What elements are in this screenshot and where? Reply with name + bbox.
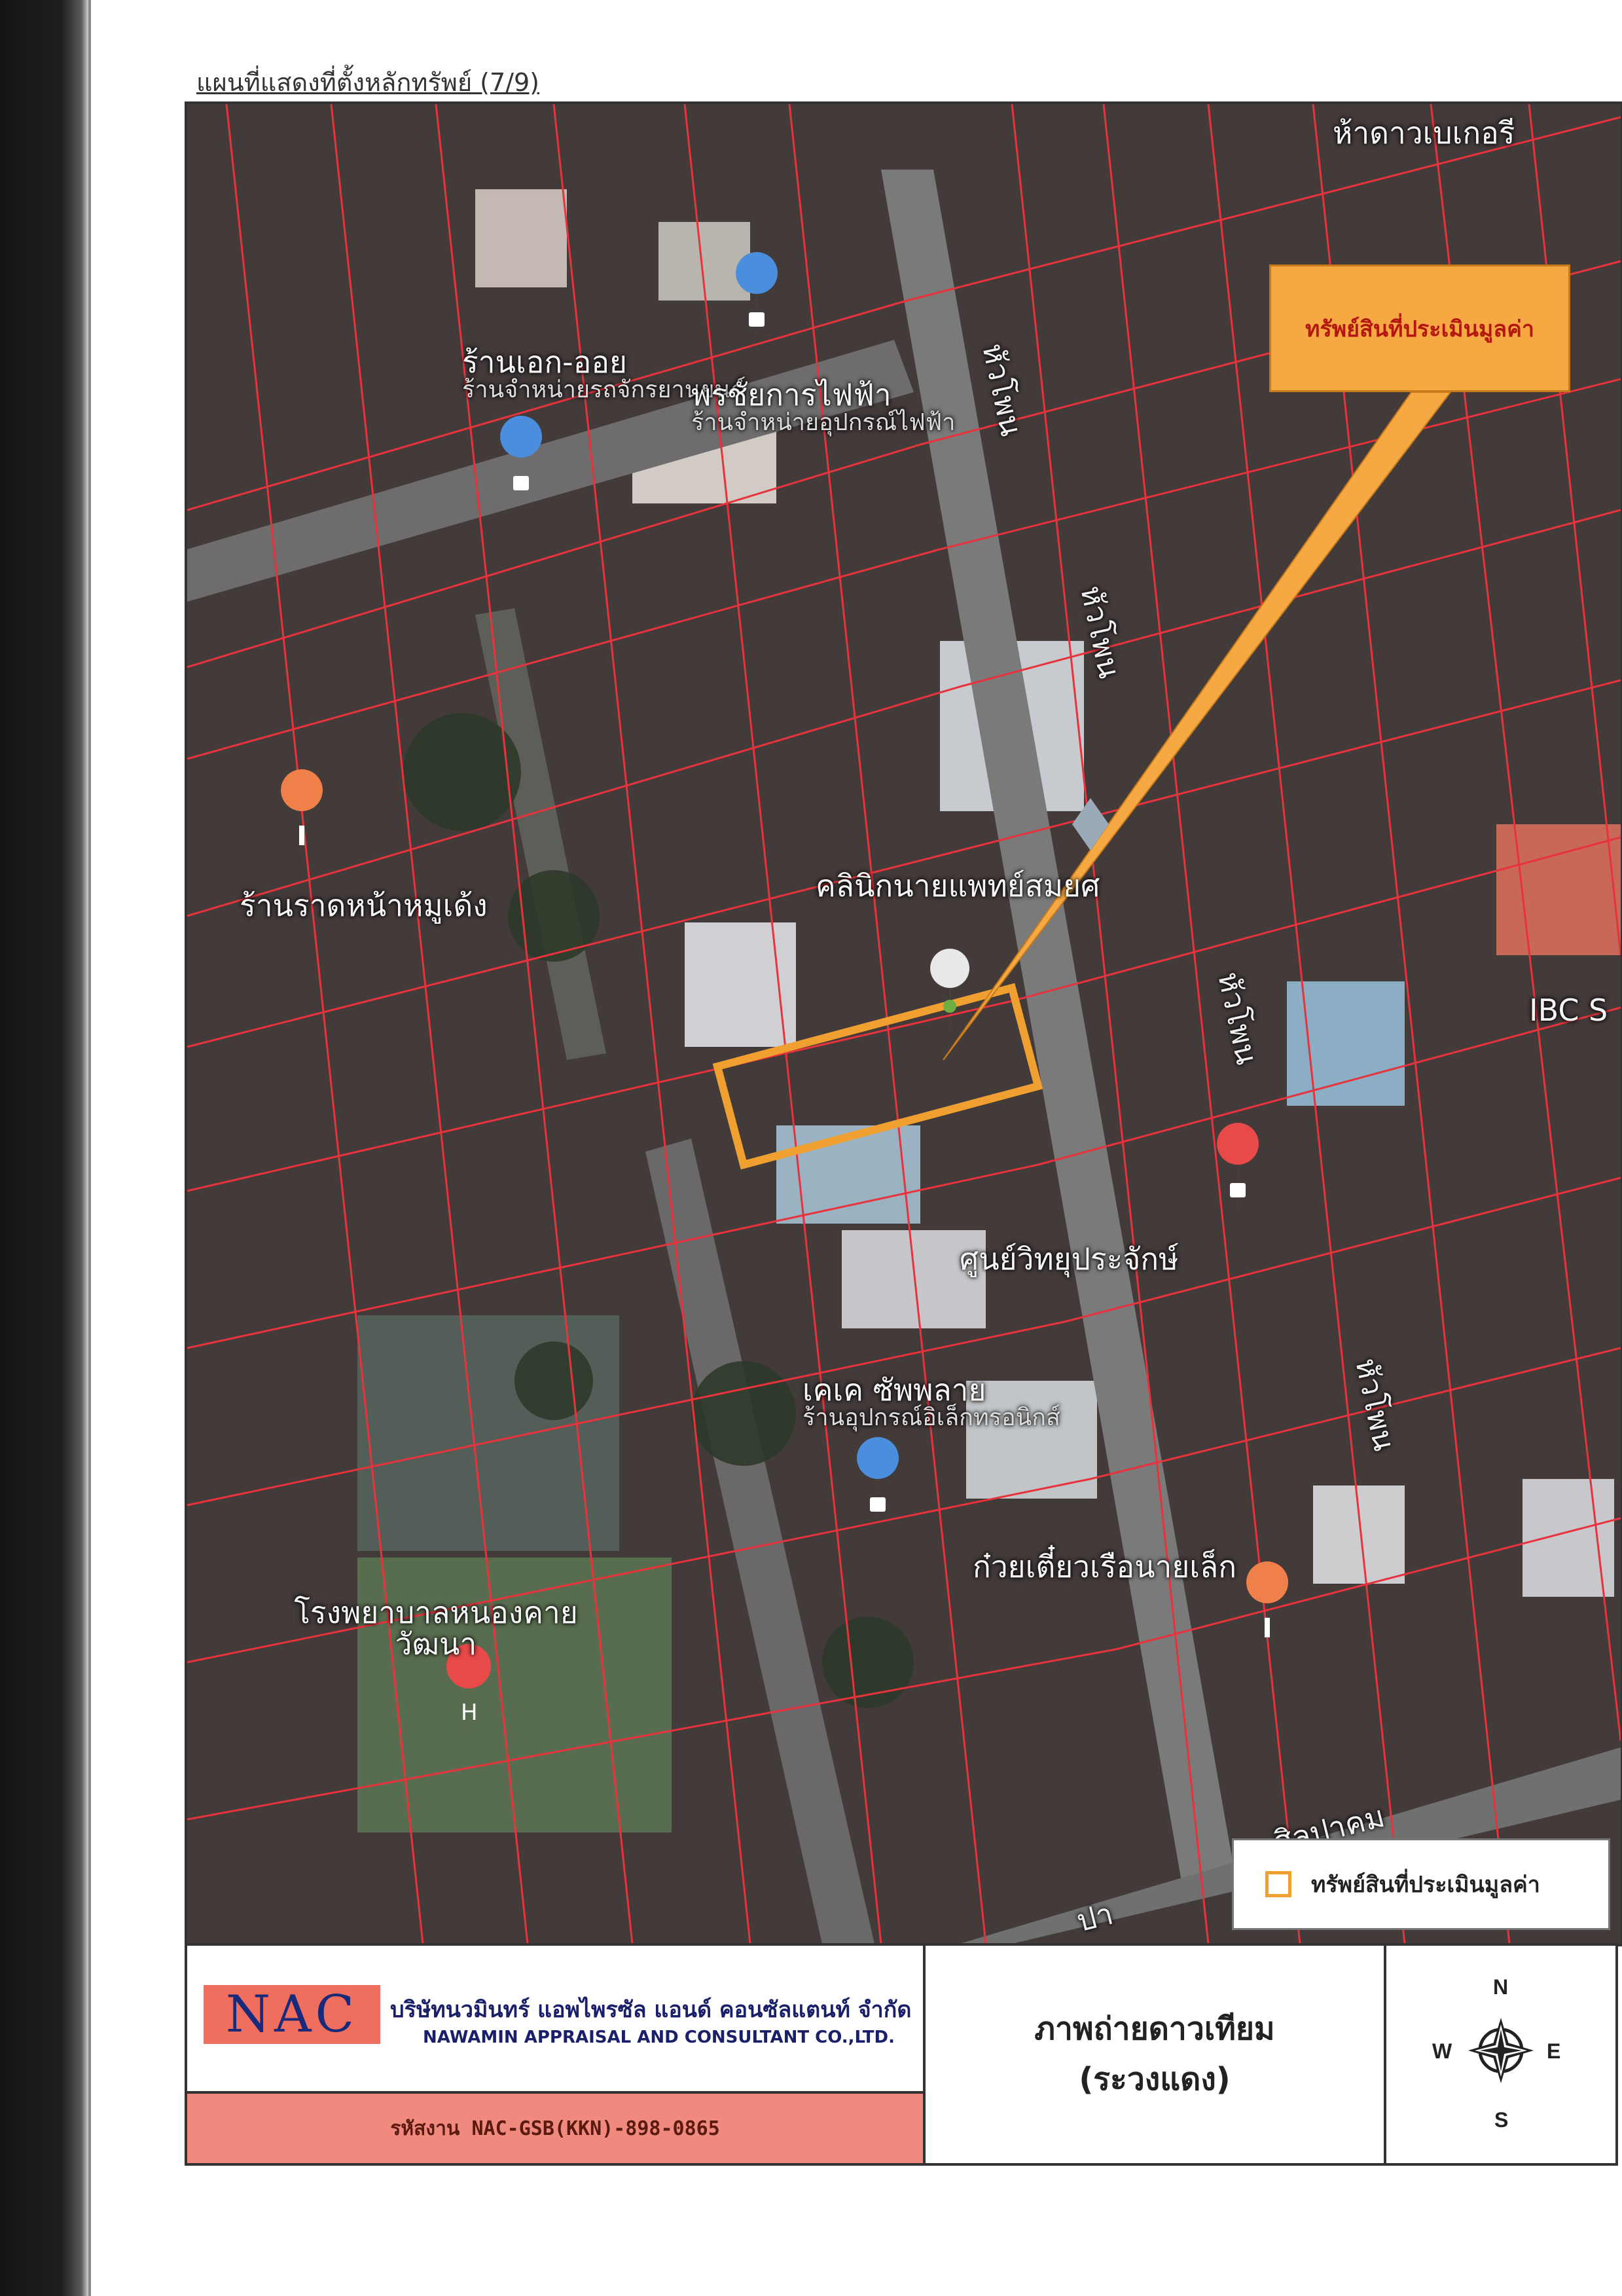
- company-name-english: NAWAMIN APPRAISAL AND CONSULTANT CO.,LTD…: [423, 2028, 895, 2047]
- map-legend: ทรัพย์สินที่ประเมินมูลค่า: [1232, 1838, 1610, 1930]
- poi-label: พรชัยการไฟฟ้า ร้านจำหน่ายอุปกรณ์ไฟฟ้า: [691, 377, 956, 437]
- poi-label: IBC S: [1529, 993, 1608, 1028]
- title-block: NAC บริษัทนวมินทร์ แอพไพรซัล แอนด์ คอนซั…: [185, 1943, 1618, 2166]
- white-roof-building: [1313, 1485, 1405, 1584]
- legend-swatch: [1265, 1871, 1291, 1897]
- compass-east: E: [1547, 2039, 1561, 2063]
- company-info: NAC บริษัทนวมินทร์ แอพไพรซัล แอนด์ คอนซั…: [187, 1946, 923, 2091]
- white-roof-building: [1523, 1479, 1614, 1597]
- job-code: รหัสงาน NAC-GSB(KKN)-898-0865: [390, 2117, 720, 2140]
- poi-label: คลินิกนายแพทย์สมยศ: [816, 868, 1100, 903]
- poi-label: ห้าดาวเบเกอรี: [1333, 115, 1515, 151]
- red-roof-building: [1496, 824, 1621, 955]
- poi-label: เคเค ซัพพลาย ร้านอุปกรณ์อิเล็กทรอนิกส์: [802, 1372, 1061, 1432]
- location-label: (ระวงแดง): [1079, 2061, 1231, 2098]
- scan-dark-edge: [0, 0, 88, 2296]
- map-type-label: ภาพถ่ายดาวเทียม: [1034, 2011, 1275, 2048]
- compass-panel: N S E W: [1386, 1946, 1615, 2163]
- compass-north: N: [1493, 1975, 1509, 1999]
- nac-logo: NAC: [204, 1985, 380, 2044]
- map-type-panel: ภาพถ่ายดาวเทียม (ระวงแดง): [926, 1946, 1386, 2163]
- page-edge-line: [88, 0, 91, 2296]
- satellite-map[interactable]: H ห้าดาวเบเกอรี ร้านเอก-ออย ร้านจำหน่ายรถ…: [185, 101, 1622, 1946]
- company-panel: NAC บริษัทนวมินทร์ แอพไพรซัล แอนด์ คอนซั…: [187, 1946, 926, 2163]
- poi-label: ร้านราดหน้าหมูเด้ง: [240, 888, 488, 923]
- company-name-thai: บริษัทนวมินทร์ แอพไพรซัล แอนด์ คอนซัลแตน…: [390, 1997, 912, 2023]
- svg-text:H: H: [461, 1700, 478, 1726]
- compass-west: W: [1432, 2039, 1452, 2063]
- poi-label: ก๋วยเตี๋ยวเรือนายเล็ก: [973, 1549, 1237, 1584]
- subject-callout: ทรัพย์สินที่ประเมินมูลค่า: [1269, 264, 1570, 392]
- job-code-bar: รหัสงาน NAC-GSB(KKN)-898-0865: [187, 2091, 923, 2163]
- hospital-building: [357, 1315, 619, 1551]
- page-title: แผนที่แสดงที่ตั้งหลักทรัพย์ (7/9): [196, 68, 539, 97]
- poi-label: โรงพยาบาลหนองคายวัฒนา: [294, 1595, 578, 1662]
- poi-label: ศูนย์วิทยุประจักษ์: [960, 1241, 1179, 1277]
- compass-south: S: [1494, 2108, 1509, 2132]
- legend-label: ทรัพย์สินที่ประเมินมูลค่า: [1311, 1872, 1540, 1898]
- white-roof-building: [475, 189, 567, 287]
